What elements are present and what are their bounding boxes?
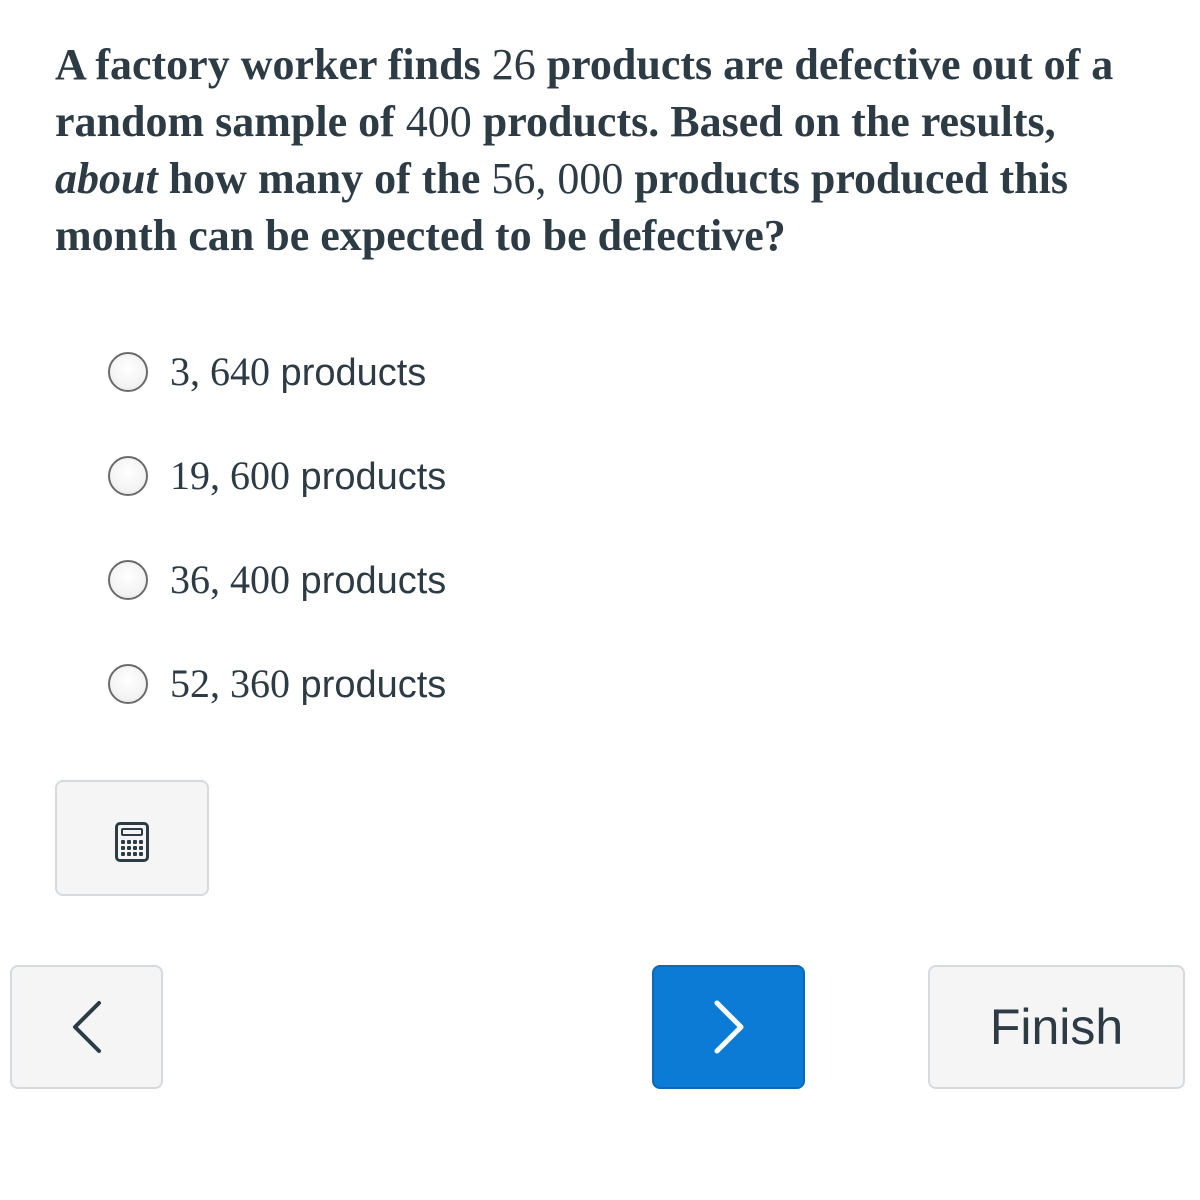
answer-choices: 3, 640 products 19, 600 products 36, 400…	[108, 345, 446, 761]
answer-choice-2[interactable]: 19, 600 products	[108, 449, 446, 553]
previous-button[interactable]	[10, 965, 163, 1089]
answer-choice-label: 36, 400 products	[170, 557, 447, 602]
radio-button[interactable]	[108, 664, 148, 704]
answer-choice-3[interactable]: 36, 400 products	[108, 553, 446, 657]
answer-choice-4[interactable]: 52, 360 products	[108, 657, 446, 761]
finish-button-label: Finish	[989, 999, 1124, 1055]
question-text: A factory worker finds 26 products are d…	[55, 40, 1114, 260]
radio-button[interactable]	[108, 456, 148, 496]
next-button[interactable]	[652, 965, 805, 1089]
radio-button[interactable]	[108, 560, 148, 600]
answer-choice-1[interactable]: 3, 640 products	[108, 345, 446, 449]
radio-button[interactable]	[108, 352, 148, 392]
chevron-left-icon	[72, 1001, 101, 1053]
defective-count: 26	[491, 40, 536, 89]
answer-choice-label: 52, 360 products	[170, 661, 447, 706]
calculator-icon	[115, 822, 149, 862]
calculator-button[interactable]	[55, 780, 209, 896]
finish-button[interactable]: Finish	[928, 965, 1185, 1089]
answer-choice-label: 19, 600 products	[170, 453, 447, 498]
answer-choice-label: 3, 640 products	[170, 349, 427, 394]
chevron-right-icon	[714, 1000, 743, 1054]
sample-size: 400	[405, 97, 472, 146]
total-products: 56, 000	[491, 154, 624, 203]
emphasis-about: about	[55, 154, 158, 203]
